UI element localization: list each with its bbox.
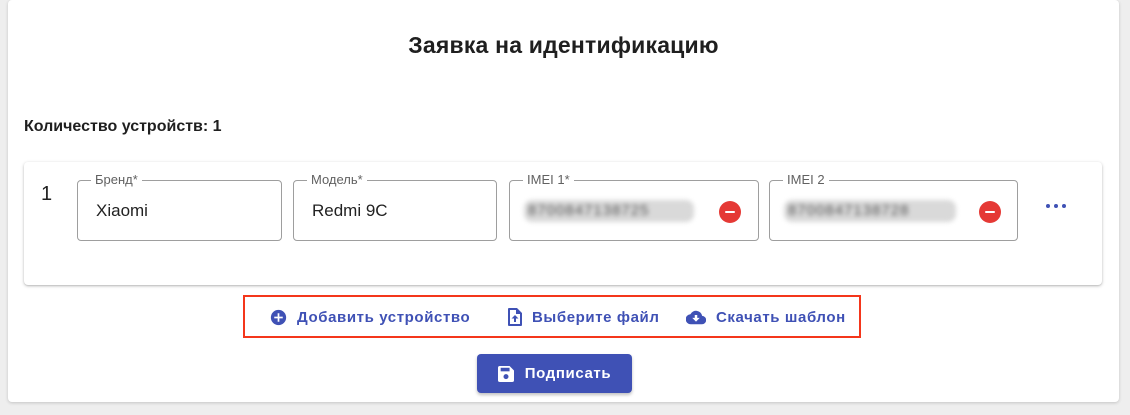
more-options-icon[interactable]: [1044, 198, 1068, 214]
model-field-value: Redmi 9C: [312, 201, 388, 220]
device-row-card: 1 Бренд* Xiaomi Модель* Redmi 9C IMEI 1*…: [24, 162, 1102, 285]
add-device-label: Добавить устройство: [297, 308, 471, 326]
floppy-disk-icon: [497, 365, 514, 382]
brand-field-value: Xiaomi: [96, 201, 148, 220]
sign-button[interactable]: Подписать: [477, 354, 632, 393]
identification-request-card: Заявка на идентификацию Количество устро…: [8, 0, 1119, 402]
imei1-redacted-value: 8700847138725: [524, 200, 694, 222]
imei2-field-label: IMEI 2: [783, 172, 829, 188]
download-template-label: Скачать шаблон: [716, 308, 846, 326]
device-index: 1: [41, 183, 53, 205]
imei1-field-label: IMEI 1*: [523, 172, 574, 188]
imei2-redacted-value: 8700847138728: [784, 200, 956, 222]
add-device-button[interactable]: Добавить устройство: [270, 307, 470, 327]
choose-file-button[interactable]: Выберите файл: [508, 307, 660, 327]
device-count: Количество устройств: 1: [24, 118, 222, 135]
choose-file-label: Выберите файл: [532, 308, 660, 326]
sign-button-label: Подписать: [524, 365, 612, 382]
imei1-remove-icon[interactable]: [719, 201, 741, 223]
plus-circle-icon: [270, 309, 287, 325]
cloud-download-icon: [686, 310, 706, 324]
imei1-field[interactable]: IMEI 1* 8700847138725: [509, 172, 759, 241]
page-title: Заявка на идентификацию: [408, 32, 719, 58]
imei2-remove-icon[interactable]: [979, 201, 1001, 223]
download-template-button[interactable]: Скачать шаблон: [686, 307, 846, 327]
model-field[interactable]: Модель* Redmi 9C: [293, 172, 497, 241]
brand-field-label: Бренд*: [91, 172, 142, 188]
model-field-label: Модель*: [307, 172, 367, 188]
file-upload-icon: [508, 308, 522, 326]
actions-highlight-box: Добавить устройство Выберите файл Скачат…: [243, 295, 861, 338]
imei2-field[interactable]: IMEI 2 8700847138728: [769, 172, 1018, 241]
brand-field[interactable]: Бренд* Xiaomi: [77, 172, 282, 241]
